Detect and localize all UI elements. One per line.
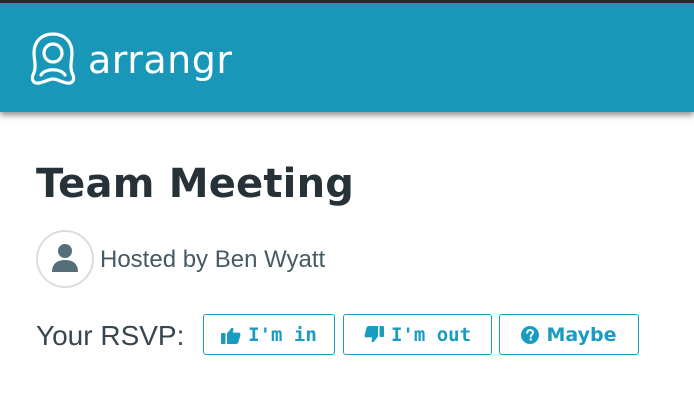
event-title: Team Meeting [36,161,355,207]
rsvp-im-out-label: I'm out [390,323,472,346]
rsvp-im-in-button[interactable]: I'm in [203,314,335,355]
thumbs-up-icon [221,327,241,344]
brand-name[interactable]: arrangr [88,37,232,83]
rsvp-im-in-label: I'm in [248,323,317,346]
thumbs-down-icon [364,325,384,342]
rsvp-im-out-button[interactable]: I'm out [343,314,492,355]
app-header: arrangr [0,3,694,112]
rsvp-maybe-button[interactable]: Maybe [499,314,639,355]
host-text: Hosted by Ben Wyatt [100,246,326,273]
question-circle-icon [521,325,540,344]
host-avatar [36,230,94,288]
rsvp-label: Your RSVP: [36,320,185,351]
rsvp-maybe-label: Maybe [546,323,617,346]
arrangr-logo-icon[interactable] [26,31,80,87]
user-avatar-icon [52,244,78,272]
